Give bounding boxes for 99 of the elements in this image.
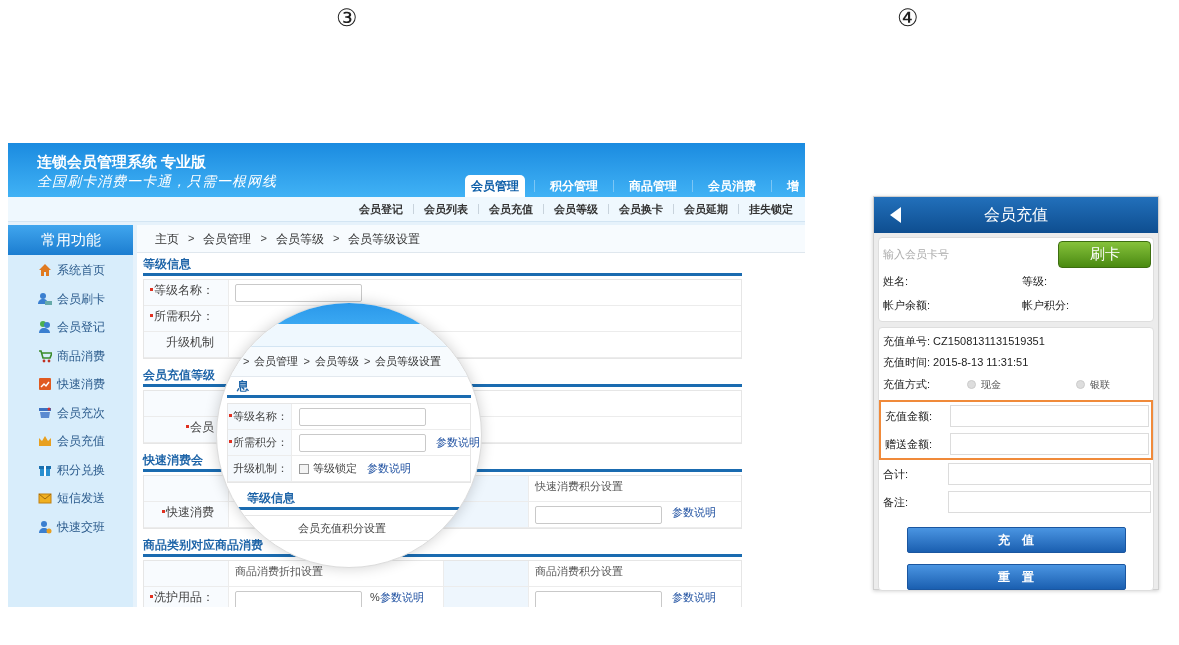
info-label: 帐户余额:	[883, 297, 932, 313]
sidebar-item[interactable]: 会员登记	[8, 313, 133, 342]
section-heading: 等级信息	[143, 258, 191, 270]
percent-sign: %	[370, 591, 380, 604]
subnav-link[interactable]: 会员充值	[479, 200, 543, 218]
reset-button[interactable]: 重 置	[906, 564, 1126, 590]
recharge-button[interactable]: 充 值	[906, 527, 1126, 553]
sidebar-item[interactable]: 会员刷卡	[8, 284, 133, 313]
field-label: 等级名称：	[150, 284, 214, 297]
step-number: ④	[897, 6, 919, 30]
breadcrumb-link[interactable]: 会员管理	[254, 353, 299, 370]
breadcrumb-separator: >	[363, 354, 371, 370]
field-label: 洗护用品：	[150, 591, 214, 604]
breadcrumb-link[interactable]: 会员等级设置	[375, 353, 442, 370]
payment-radio[interactable]: 现金	[967, 377, 1076, 392]
help-link[interactable]: 参数说明	[379, 591, 424, 604]
house-icon	[38, 263, 52, 278]
column-heading: 会员充值积分设置	[298, 520, 386, 536]
help-link[interactable]: 参数说明	[672, 591, 716, 604]
lock-checkbox[interactable]: 等级锁定	[299, 460, 357, 477]
breadcrumb-link[interactable]: 会员等级设置	[348, 229, 421, 248]
help-link[interactable]: 参数说明	[436, 436, 480, 449]
screen-title: 会员充值	[984, 205, 1048, 225]
breadcrumb-separator: >	[260, 231, 267, 247]
sidebar-item[interactable]: 系统首页	[8, 256, 133, 285]
sidebar-item[interactable]: 快速消费	[8, 370, 133, 399]
step-number: ③	[336, 6, 358, 30]
input-field[interactable]	[948, 491, 1151, 513]
sidebar-item[interactable]: 快速交班	[8, 512, 133, 541]
column-heading: 商品消费折扣设置	[235, 565, 323, 578]
breadcrumb-link[interactable]: 会员等级	[275, 229, 324, 248]
field-label: 升级机制：	[233, 461, 288, 477]
sidebar-item[interactable]: 短信发送	[8, 484, 133, 513]
section-heading: 会员充值等级	[143, 369, 215, 381]
breadcrumb-separator: >	[332, 231, 340, 247]
card-number-field[interactable]: 输入会员卡号	[879, 240, 1058, 268]
breadcrumb-link[interactable]: 主页	[155, 229, 179, 248]
field-label: 备注:	[882, 494, 910, 510]
breadcrumb-link[interactable]: 会员等级	[314, 353, 359, 370]
input-field[interactable]	[535, 506, 662, 524]
field-label: 充值方式:	[883, 377, 932, 393]
breadcrumb-link[interactable]: 会员管理	[203, 229, 252, 248]
field-label: 充值金额:	[884, 408, 934, 424]
order-time: 充值时间: 2015-8-13 11:31:51	[882, 355, 1030, 371]
help-link[interactable]: 参数说明	[367, 462, 411, 475]
subnav-link[interactable]: 会员延期	[674, 200, 738, 218]
payment-radio[interactable]: 银联	[1076, 377, 1149, 392]
chart-icon	[38, 377, 52, 392]
input-field[interactable]	[950, 433, 1149, 455]
breadcrumb-separator: >	[188, 231, 195, 247]
breadcrumb-separator: >	[303, 354, 310, 370]
field-label: 会员	[186, 421, 214, 434]
sidebar-item[interactable]: 会员充次	[8, 398, 133, 427]
column-heading: 快速消费积分设置	[535, 480, 623, 493]
subnav-link[interactable]: 会员换卡	[609, 200, 673, 218]
info-label: 帐户积分:	[1022, 297, 1071, 313]
help-link[interactable]: 参数说明	[672, 506, 716, 519]
section-heading: 等级信息	[247, 492, 295, 504]
basket-icon	[38, 405, 52, 420]
input-field[interactable]	[299, 407, 426, 426]
envelope-icon	[38, 491, 52, 506]
people-icon	[38, 320, 52, 335]
field-label: 升级机制	[166, 336, 214, 349]
cart-icon	[38, 348, 52, 363]
subnav-link[interactable]: 会员登记	[349, 200, 413, 218]
input-field[interactable]	[535, 591, 662, 607]
back-icon[interactable]	[890, 207, 902, 223]
subnav-link[interactable]: 会员等级	[544, 200, 608, 218]
sidebar-item[interactable]: 积分兑换	[8, 455, 133, 484]
crown-icon	[38, 434, 52, 449]
subnav-link[interactable]: 挂失锁定	[739, 200, 803, 218]
app-title: 连锁会员管理系统 专业版	[37, 152, 208, 172]
input-field[interactable]	[235, 284, 362, 302]
input-field[interactable]	[235, 591, 362, 607]
field-label: 合计:	[882, 466, 910, 482]
input-field[interactable]	[948, 463, 1151, 485]
sidebar-item[interactable]: 会员充值	[8, 427, 133, 456]
info-label: 等级:	[1022, 274, 1049, 289]
sidebar-item[interactable]: 商品消费	[8, 341, 133, 370]
sidebar-title: 常用功能	[8, 225, 133, 255]
field-label: 所需积分：	[150, 310, 214, 323]
nav-tab[interactable]: 会员管理	[465, 175, 525, 197]
order-number: 充值单号: CZ1508131131519351	[882, 334, 1046, 350]
input-field[interactable]	[950, 405, 1149, 427]
column-heading: 商品消费积分设置	[535, 565, 623, 578]
input-field[interactable]	[299, 433, 426, 452]
field-label: 快速消费	[162, 506, 214, 519]
person-icon	[38, 519, 52, 534]
field-label: 赠送金额:	[884, 436, 934, 452]
person-card-icon	[38, 291, 52, 306]
section-heading: 息	[237, 380, 249, 392]
subnav-link[interactable]: 会员列表	[414, 200, 478, 218]
field-label: 所需积分：	[229, 434, 288, 451]
section-heading: 商品类别对应商品消费	[143, 539, 263, 551]
breadcrumb-separator: >	[243, 354, 250, 370]
slogan: 全国刷卡消费一卡通，只需一根网线	[37, 172, 278, 190]
field-label: 等级名称：	[229, 408, 288, 425]
section-heading: 快速消费会	[143, 454, 203, 466]
info-label: 姓名:	[883, 274, 910, 289]
